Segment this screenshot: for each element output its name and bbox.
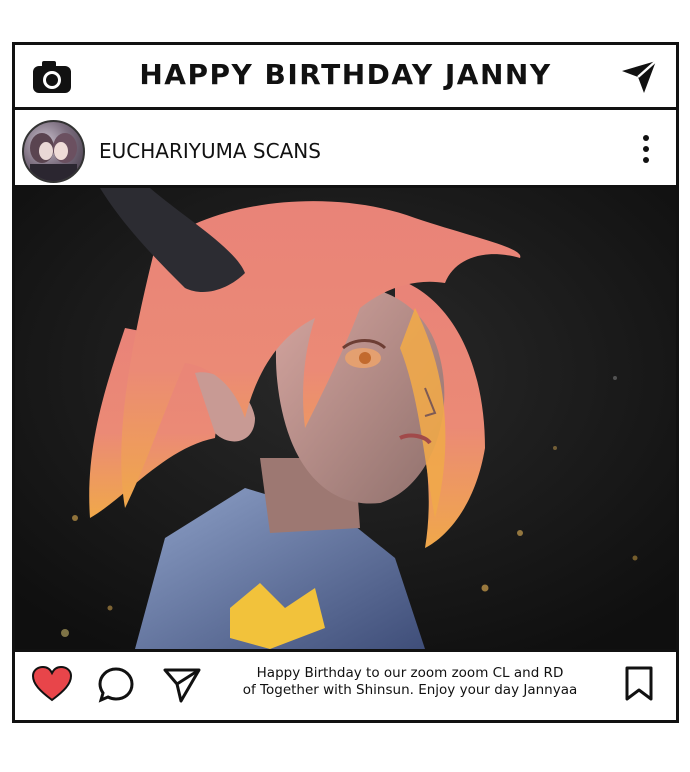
send-icon[interactable] — [620, 59, 658, 95]
post-image[interactable] — [15, 188, 676, 652]
send-icon[interactable] — [162, 666, 202, 704]
illustration — [15, 188, 676, 649]
bookmark-icon[interactable] — [624, 666, 654, 702]
post-header: HAPPY BIRTHDAY JANNY — [15, 45, 676, 110]
post-frame: HAPPY BIRTHDAY JANNY EUCHARIYUMA SCANS H… — [12, 42, 679, 723]
comment-icon[interactable] — [97, 666, 135, 704]
caption-line-2: of Together with Shinsun. Enjoy your day… — [242, 682, 578, 698]
more-vertical-icon[interactable] — [641, 134, 651, 164]
page-title: HAPPY BIRTHDAY JANNY — [139, 58, 552, 91]
action-row: Happy Birthday to our zoom zoom CL and R… — [15, 652, 676, 720]
profile-row: EUCHARIYUMA SCANS — [15, 110, 676, 188]
caption-line-1: Happy Birthday to our zoom zoom CL and R… — [256, 665, 564, 681]
avatar[interactable] — [22, 120, 85, 183]
post-caption: Happy Birthday to our zoom zoom CL and R… — [210, 665, 610, 699]
heart-icon[interactable] — [32, 666, 72, 702]
username[interactable]: EUCHARIYUMA SCANS — [99, 139, 321, 163]
